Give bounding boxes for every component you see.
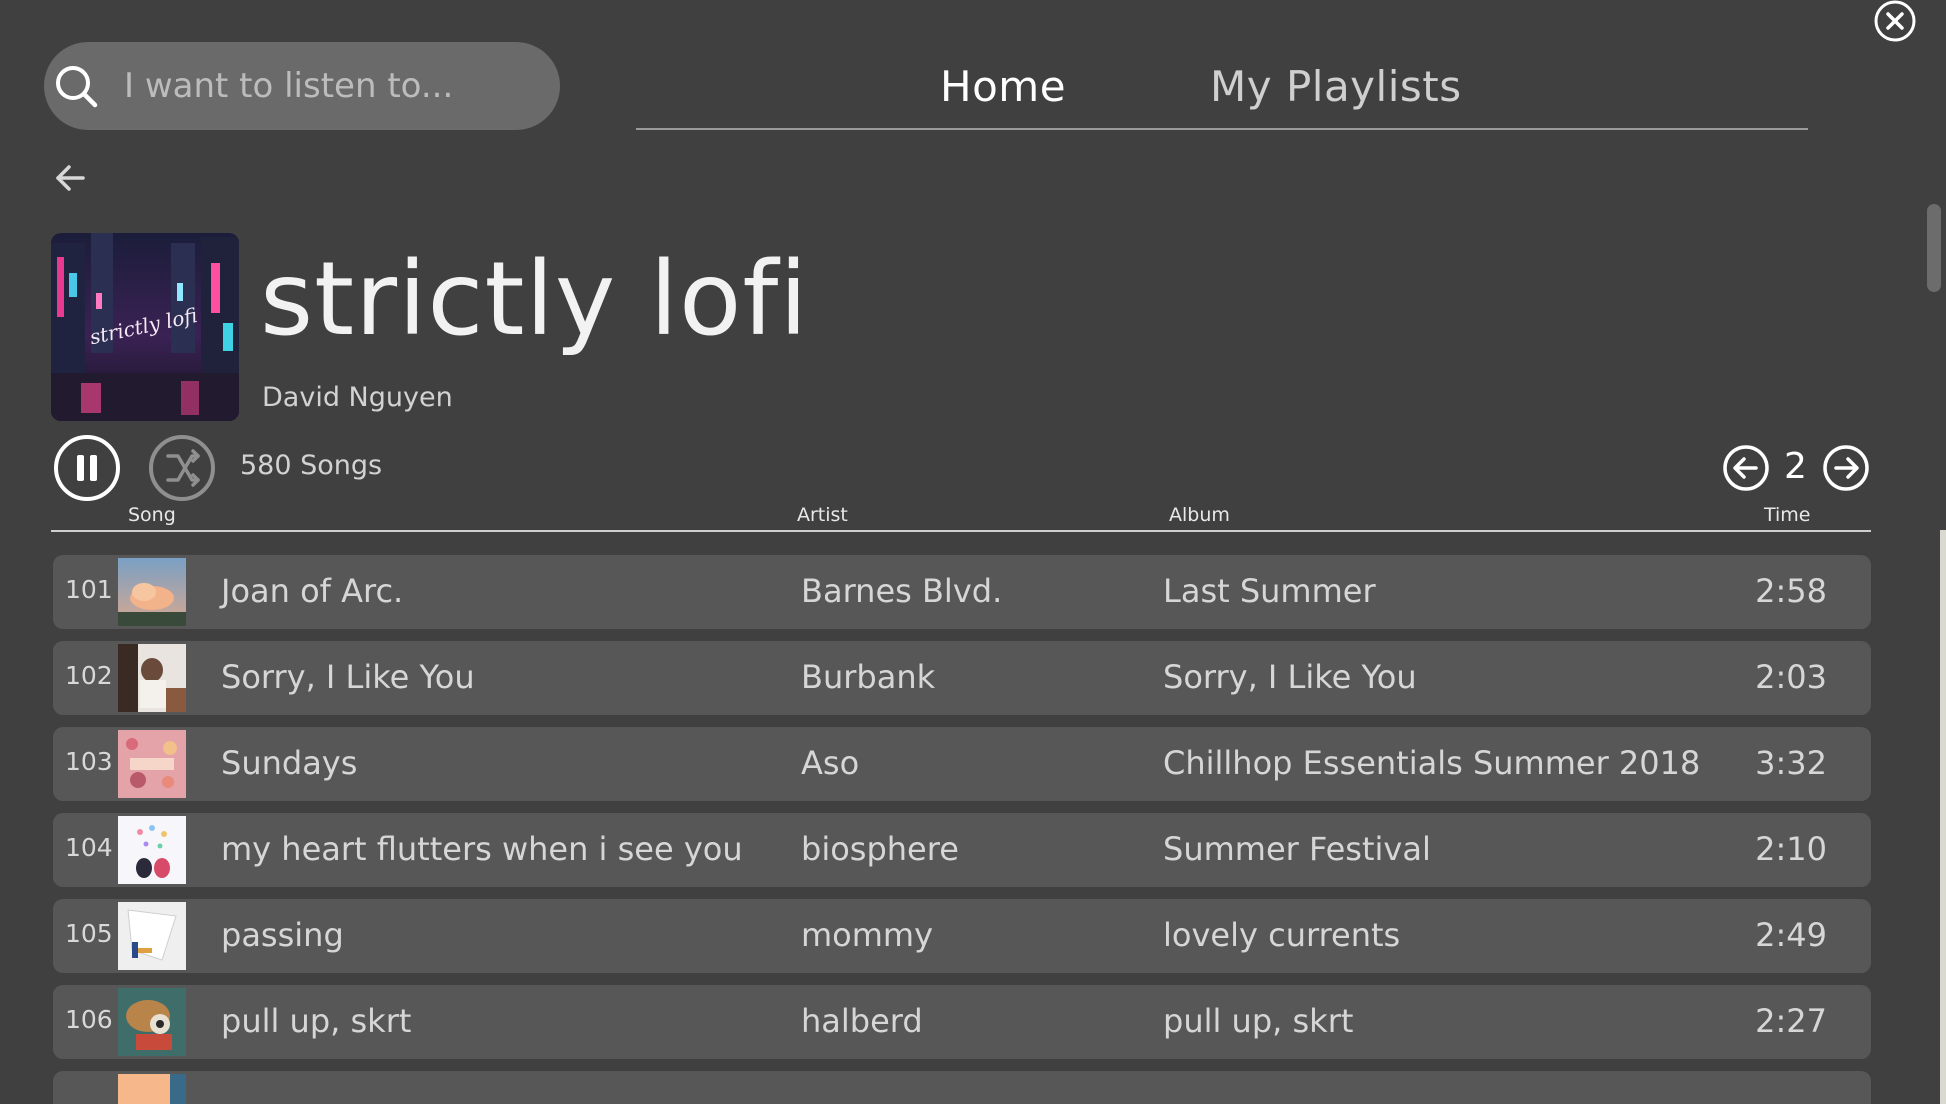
tab-bar: Home My Playlists: [636, 58, 1808, 130]
pause-button[interactable]: [53, 434, 121, 502]
song-artist[interactable]: biosphere: [801, 830, 959, 868]
playlist-title: strictly lofi: [260, 240, 809, 359]
song-row[interactable]: [53, 1071, 1871, 1104]
song-album[interactable]: lovely currents: [1163, 916, 1400, 954]
song-row[interactable]: 105 passing mommy lovely currents 2:49: [53, 899, 1871, 973]
search-bar[interactable]: [44, 42, 560, 130]
track-number: 104: [65, 833, 113, 862]
song-row[interactable]: 106 pull up, skrt halberd pull up, skrt …: [53, 985, 1871, 1059]
song-duration: 2:03: [1755, 658, 1827, 696]
song-duration: 2:58: [1755, 572, 1827, 610]
song-duration: 2:10: [1755, 830, 1827, 868]
close-icon: [1874, 0, 1916, 42]
song-artist[interactable]: Aso: [801, 744, 859, 782]
search-input[interactable]: [122, 65, 546, 107]
song-title: my heart flutters when i see you: [221, 830, 743, 868]
song-title: Sorry, I Like You: [221, 658, 475, 696]
track-number: 103: [65, 747, 113, 776]
song-duration: 2:49: [1755, 916, 1827, 954]
track-number: 105: [65, 919, 113, 948]
close-button[interactable]: [1874, 0, 1916, 42]
shuffle-button[interactable]: [148, 434, 216, 502]
song-artist[interactable]: Barnes Blvd.: [801, 572, 1002, 610]
song-row[interactable]: 102 Sorry, I Like You Burbank Sorry, I L…: [53, 641, 1871, 715]
arrow-left-circle-icon: [1723, 445, 1769, 491]
song-artist[interactable]: mommy: [801, 916, 933, 954]
album-thumbnail: [118, 558, 186, 626]
app-root: Home My Playlists: [0, 0, 1946, 1104]
song-album[interactable]: Summer Festival: [1163, 830, 1431, 868]
song-artist[interactable]: Burbank: [801, 658, 935, 696]
tab-home[interactable]: Home: [940, 62, 1066, 111]
song-row[interactable]: 104 my heart flutters when i see you bio…: [53, 813, 1871, 887]
prev-page-button[interactable]: [1722, 444, 1770, 492]
column-header-album[interactable]: Album: [1169, 504, 1230, 526]
song-album[interactable]: Chillhop Essentials Summer 2018: [1163, 744, 1700, 782]
arrow-right-circle-icon: [1823, 445, 1869, 491]
tab-my-playlists[interactable]: My Playlists: [1210, 62, 1462, 111]
search-icon: [50, 60, 102, 112]
song-album[interactable]: pull up, skrt: [1163, 1002, 1353, 1040]
song-title: Joan of Arc.: [221, 572, 404, 610]
track-number: 106: [65, 1005, 113, 1034]
shuffle-icon: [149, 435, 215, 501]
album-thumbnail: [118, 644, 186, 712]
song-table-header: Song Artist Album Time: [51, 502, 1871, 532]
track-number: 102: [65, 661, 113, 690]
album-thumbnail: [118, 816, 186, 884]
song-artist[interactable]: halberd: [801, 1002, 923, 1040]
playlist-cover: strictly lofi: [51, 233, 239, 421]
song-row[interactable]: 103 Sundays Aso Chillhop Essentials Summ…: [53, 727, 1871, 801]
column-header-song[interactable]: Song: [128, 504, 176, 526]
song-duration: 3:32: [1755, 744, 1827, 782]
song-album[interactable]: Last Summer: [1163, 572, 1376, 610]
arrow-left-icon: [56, 165, 85, 191]
album-thumbnail: [118, 988, 186, 1056]
song-title: passing: [221, 916, 344, 954]
column-header-time[interactable]: Time: [1764, 504, 1811, 526]
pause-icon: [54, 435, 120, 501]
window-edge: [1940, 530, 1946, 1104]
song-count: 580 Songs: [240, 450, 383, 481]
song-duration: 2:27: [1755, 1002, 1827, 1040]
album-thumbnail: [118, 902, 186, 970]
track-number: 101: [65, 575, 113, 604]
song-title: Sundays: [221, 744, 358, 782]
song-title: pull up, skrt: [221, 1002, 412, 1040]
album-thumbnail: [118, 1074, 186, 1104]
song-album[interactable]: Sorry, I Like You: [1163, 658, 1417, 696]
back-button[interactable]: [52, 160, 88, 196]
album-thumbnail: [118, 730, 186, 798]
playlist-owner[interactable]: David Nguyen: [262, 382, 453, 413]
column-header-artist[interactable]: Artist: [797, 504, 848, 526]
song-row[interactable]: 101 Joan of Arc. Barnes Blvd. Last Summe…: [53, 555, 1871, 629]
scrollbar-thumb[interactable]: [1927, 204, 1941, 292]
next-page-button[interactable]: [1822, 444, 1870, 492]
current-page-number: 2: [1784, 446, 1807, 487]
